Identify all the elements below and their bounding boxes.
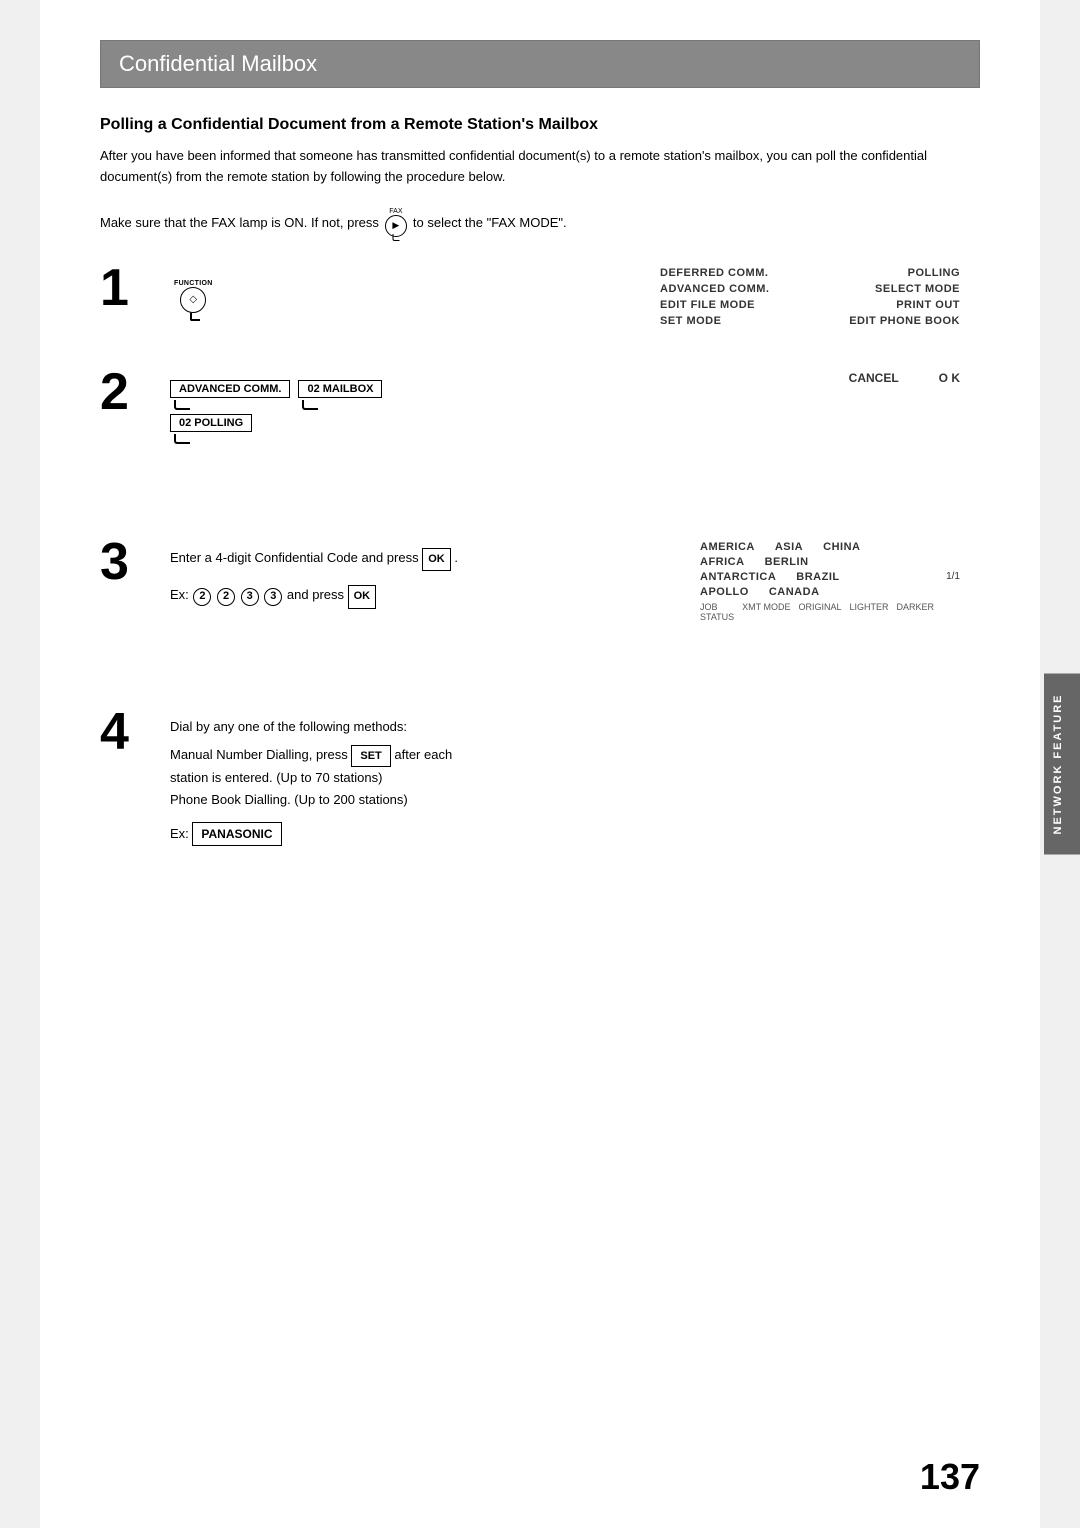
- menu-row-4: SET MODE EDIT PHONE BOOK: [660, 315, 960, 327]
- cancel-label: CANCEL: [849, 371, 899, 385]
- menu-select-mode: SELECT MODE: [875, 283, 960, 295]
- ok-label: O K: [939, 371, 960, 385]
- function-cursor: [190, 313, 200, 321]
- step-1: 1 FUNCTION ◇ DEFERRED COMM. POLLING ADVA…: [100, 267, 980, 321]
- cancel-ok-panel: CANCEL O K: [849, 371, 960, 385]
- step4-ex-label: Ex:: [170, 826, 192, 841]
- page-title: Confidential Mailbox: [100, 40, 980, 88]
- step-4-number: 4: [100, 706, 170, 758]
- pb-row-3: ANTARCTICA BRAZIL 1/1: [700, 571, 960, 583]
- section-heading: Polling a Confidential Document from a R…: [100, 116, 980, 134]
- pb-row-2: AFRICA BERLIN: [700, 556, 960, 568]
- fax-button-shape: ▶: [385, 215, 407, 237]
- step2-buttons: ADVANCED COMM. 02 MAILBOX 02 POLLING: [170, 380, 980, 444]
- step4-heading: Dial by any one of the following methods…: [170, 716, 980, 738]
- step-4: 4 Dial by any one of the following metho…: [100, 711, 980, 846]
- pb-asia: ASIA: [775, 541, 803, 553]
- set-button[interactable]: SET: [351, 745, 390, 768]
- step-3: 3 Enter a 4-digit Confidential Code and …: [100, 541, 980, 671]
- pb-status-darker: DARKER: [897, 602, 935, 622]
- polling-btn[interactable]: 02 POLLING: [170, 414, 252, 444]
- menu-set-mode: SET MODE: [660, 315, 721, 327]
- intro-text: After you have been informed that someon…: [100, 146, 980, 188]
- function-shape: ◇: [180, 287, 206, 313]
- function-label: FUNCTION: [174, 280, 213, 287]
- circle-2b: 2: [217, 588, 235, 606]
- step3-ex: Ex:: [170, 587, 192, 602]
- mailbox-label: 02 MAILBOX: [298, 380, 382, 398]
- panasonic-label: PANASONIC: [192, 822, 281, 846]
- advanced-comm-btn[interactable]: ADVANCED COMM.: [170, 380, 290, 410]
- page-number: 137: [920, 1456, 980, 1498]
- menu-advanced-comm: ADVANCED COMM.: [660, 283, 769, 295]
- step3-period: .: [454, 550, 458, 565]
- fax-mode-line: Make sure that the FAX lamp is ON. If no…: [100, 208, 980, 237]
- menu-deferred-comm: DEFERRED COMM.: [660, 267, 768, 279]
- pb-page: 1/1: [946, 571, 960, 582]
- menu-row-1: DEFERRED COMM. POLLING: [660, 267, 960, 279]
- polling-cursor: [174, 434, 190, 444]
- circle-3a: 3: [241, 588, 259, 606]
- advanced-comm-cursor: [174, 400, 190, 410]
- step-4-content: Dial by any one of the following methods…: [170, 711, 980, 846]
- pb-status: JOBSTATUS XMT MODE ORIGINAL LIGHTER DARK…: [700, 602, 960, 622]
- step-3-number: 3: [100, 536, 170, 588]
- step3-ex-ok[interactable]: OK: [348, 585, 377, 609]
- fax-button-icon: FAX ▶: [385, 208, 407, 237]
- mailbox-cursor: [302, 400, 318, 410]
- pb-row-1: AMERICA ASIA CHINA: [700, 541, 960, 553]
- step-2: 2 ADVANCED COMM. 02 MAILBOX 02 POLLING: [100, 371, 980, 491]
- side-tab: NETWORK FEATURE: [1044, 673, 1080, 854]
- step4-method2: Phone Book Dialling. (Up to 200 stations…: [170, 789, 980, 811]
- menu-polling: POLLING: [908, 267, 960, 279]
- pb-row-4: APOLLO CANADA: [700, 586, 960, 598]
- menu-print-out: PRINT OUT: [896, 299, 960, 311]
- step-1-number: 1: [100, 262, 170, 314]
- menu-edit-file-mode: EDIT FILE MODE: [660, 299, 755, 311]
- menu-row-2: ADVANCED COMM. SELECT MODE: [660, 283, 960, 295]
- pb-status-job: JOBSTATUS: [700, 602, 734, 622]
- step-2-number: 2: [100, 366, 170, 418]
- pb-antarctica: ANTARCTICA: [700, 571, 776, 583]
- circle-2a: 2: [193, 588, 211, 606]
- pb-africa: AFRICA: [700, 556, 745, 568]
- menu-edit-phone-book: EDIT PHONE BOOK: [849, 315, 960, 327]
- pb-status-xmt: XMT MODE: [742, 602, 790, 622]
- advanced-comm-label: ADVANCED COMM.: [170, 380, 290, 398]
- step4-example: Ex: PANASONIC: [170, 822, 980, 846]
- menu-row-3: EDIT FILE MODE PRINT OUT: [660, 299, 960, 311]
- polling-label: 02 POLLING: [170, 414, 252, 432]
- pb-america: AMERICA: [700, 541, 755, 553]
- fax-label: FAX: [389, 208, 402, 215]
- fax-mode-text2: to select the "FAX MODE".: [413, 215, 567, 230]
- pb-status-lighter: LIGHTER: [850, 602, 889, 622]
- step3-text: Enter a 4-digit Confidential Code and pr…: [170, 550, 419, 565]
- function-button: FUNCTION ◇: [174, 280, 213, 321]
- pb-brazil: BRAZIL: [796, 571, 839, 583]
- fax-mode-text: Make sure that the FAX lamp is ON. If no…: [100, 215, 379, 230]
- pb-canada: CANADA: [769, 586, 820, 598]
- step3-ok-button[interactable]: OK: [422, 548, 451, 572]
- pb-status-original: ORIGINAL: [799, 602, 842, 622]
- step-1-menu: DEFERRED COMM. POLLING ADVANCED COMM. SE…: [660, 267, 960, 331]
- step2-row-2: 02 POLLING: [170, 414, 980, 444]
- phonebook-panel: AMERICA ASIA CHINA AFRICA BERLIN ANTARCT…: [700, 541, 960, 622]
- pb-china: CHINA: [823, 541, 860, 553]
- step4-method1: Manual Number Dialling, press SET after …: [170, 744, 980, 790]
- pb-berlin: BERLIN: [765, 556, 809, 568]
- pb-apollo: APOLLO: [700, 586, 749, 598]
- mailbox-btn[interactable]: 02 MAILBOX: [298, 380, 382, 410]
- step3-and-press: and press: [287, 587, 348, 602]
- circle-3b: 3: [264, 588, 282, 606]
